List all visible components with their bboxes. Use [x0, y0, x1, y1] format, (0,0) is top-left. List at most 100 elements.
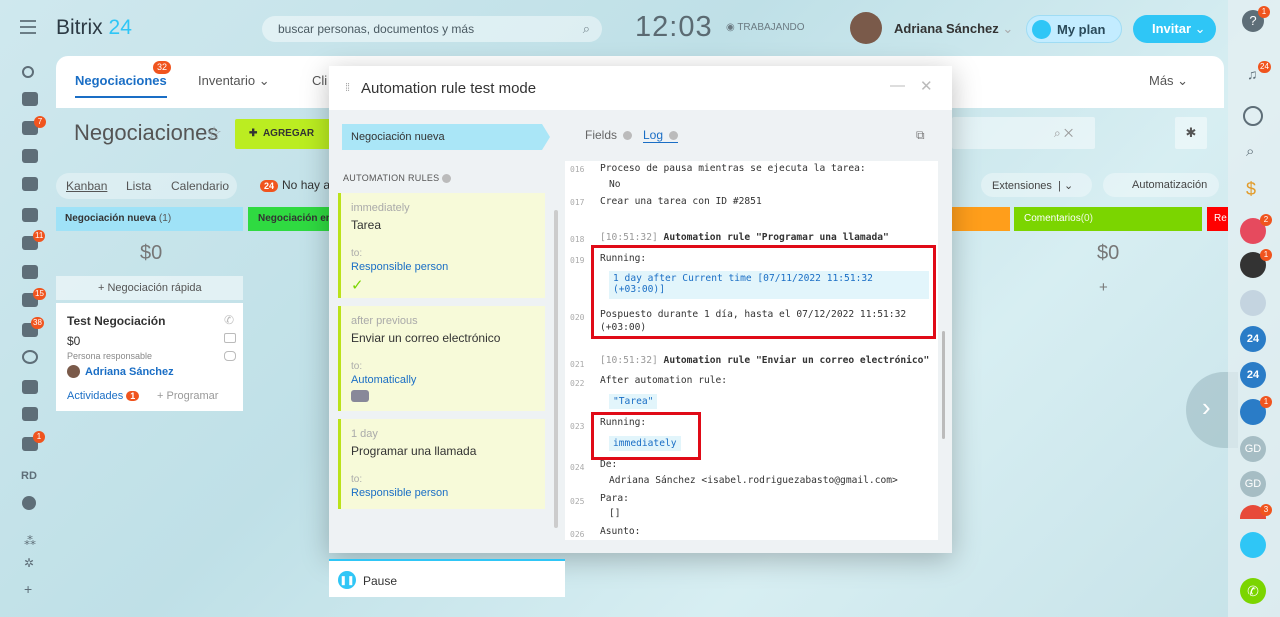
user-name[interactable]: Adriana Sánchez ⌄ — [894, 21, 1013, 37]
drag-handle-icon[interactable]: ⁞⁞ — [345, 82, 350, 94]
top-bar: Bitrix 24 buscar personas, documentos y … — [0, 0, 1228, 56]
rule-card[interactable]: after previous Enviar un correo electrón… — [338, 306, 545, 411]
line-number: 020 — [570, 313, 585, 322]
modal-title: Automation rule test mode — [361, 80, 537, 97]
more-icon[interactable] — [22, 496, 36, 510]
clock[interactable]: 12:03 — [635, 11, 713, 44]
deal-title[interactable]: Test Negociación — [67, 314, 165, 328]
invite-button[interactable]: Invitar ⌄ — [1133, 15, 1216, 43]
sidebar-item-rd[interactable]: RD — [21, 470, 37, 482]
rule-when: after previous — [351, 315, 418, 327]
rule-card[interactable]: 1 day Programar una llamada to: Responsi… — [338, 419, 545, 509]
stage-header[interactable]: Negociación en — [248, 207, 330, 231]
sitemap-icon[interactable]: ⁂ — [24, 534, 36, 548]
help-icon — [623, 131, 633, 141]
quick-deal-button[interactable]: + Negociación rápida — [56, 276, 243, 300]
phone-icon[interactable]: ✆ — [1240, 578, 1266, 604]
rule-to: to: — [351, 248, 363, 259]
automation-button[interactable]: Automatización — [1103, 173, 1219, 197]
stage-selector[interactable]: Negociación nueva — [342, 124, 550, 150]
help-icon[interactable] — [442, 174, 452, 184]
extensions-button[interactable]: Extensiones | ⌄ — [981, 173, 1092, 197]
badge: 32 — [153, 61, 172, 74]
dollar-icon[interactable]: $ — [1246, 179, 1256, 200]
tab-fields[interactable]: Fields — [585, 128, 633, 142]
external-link-icon[interactable]: ⧉ — [916, 128, 925, 143]
line-number: 026 — [570, 530, 585, 539]
tab-more[interactable]: Más ⌄ — [1149, 73, 1188, 89]
mail-icon[interactable] — [224, 333, 236, 343]
stage-header[interactable] — [952, 207, 1010, 231]
star-icon[interactable]: ☆ — [206, 123, 222, 144]
badge: 1 — [1260, 396, 1272, 408]
close-icon[interactable]: ✕ — [920, 77, 933, 95]
add-deal-button[interactable]: + — [1099, 279, 1108, 296]
pause-button[interactable]: ❚❚ Pause — [329, 559, 565, 597]
tab-inventario[interactable]: Inventario ⌄ — [198, 73, 270, 89]
program-link[interactable]: + Programar — [157, 390, 218, 402]
scrollbar[interactable] — [942, 331, 945, 439]
scrollbar[interactable] — [554, 210, 558, 528]
view-calendar[interactable]: Calendario — [171, 179, 229, 193]
stage-header[interactable]: Re — [1207, 207, 1228, 231]
rule-card[interactable]: immediately Tarea to: Responsible person… — [338, 193, 545, 298]
calendar-icon[interactable] — [22, 149, 38, 163]
add-icon[interactable]: + — [24, 581, 32, 597]
counter-info[interactable]: 24 No hay a — [260, 178, 330, 192]
tab-clientes[interactable]: Cli — [312, 73, 327, 88]
view-kanban[interactable]: Kanban — [66, 179, 107, 193]
line-number: 021 — [570, 360, 585, 369]
add-button[interactable]: ✚ AGREGAR — [235, 119, 331, 149]
messenger-icon[interactable] — [1243, 106, 1263, 126]
tab-log[interactable]: Log — [643, 128, 679, 143]
avatar[interactable] — [1240, 290, 1266, 316]
badge: 11 — [33, 230, 46, 242]
filter-search[interactable]: ⌕ ✕ — [952, 117, 1095, 149]
work-status[interactable]: ◉ TRABAJANDO — [726, 22, 805, 33]
phone-icon[interactable]: ✆ — [224, 313, 236, 327]
view-list[interactable]: Lista — [126, 179, 151, 193]
settings-icon[interactable]: ✲ — [24, 556, 34, 570]
search-icon[interactable]: ⌕ — [1246, 143, 1254, 160]
responsible-name[interactable]: Adriana Sánchez — [85, 366, 174, 378]
open-lines-icon[interactable] — [1240, 532, 1266, 558]
chat-icon[interactable] — [224, 351, 236, 361]
stage-header[interactable]: Comentarios(0) — [1014, 207, 1202, 231]
bell-icon[interactable]: ♫ — [1247, 66, 1258, 82]
logo[interactable]: Bitrix 24 — [56, 16, 132, 40]
avatar[interactable]: GD — [1240, 436, 1266, 462]
menu-icon[interactable] — [20, 20, 36, 38]
rule-target: Automatically — [351, 374, 417, 386]
tab-negociaciones[interactable]: Negociaciones — [75, 73, 167, 98]
rule-name: Enviar un correo electrónico — [351, 331, 501, 345]
groups-icon[interactable] — [22, 265, 38, 279]
contacts-icon[interactable] — [22, 407, 38, 421]
sidebar-item-icon[interactable] — [22, 92, 38, 106]
search-input[interactable]: buscar personas, documentos y más ⌕ — [262, 16, 602, 42]
marketing-icon[interactable] — [22, 350, 38, 364]
rule-name: Tarea — [351, 218, 382, 232]
document-icon[interactable] — [22, 177, 38, 191]
avatar[interactable]: 24 — [1240, 326, 1266, 352]
sidebar-item-icon[interactable] — [22, 66, 34, 78]
avatar[interactable]: GD — [1240, 471, 1266, 497]
view-switcher: Kanban Lista Calendario — [56, 173, 237, 199]
drive-icon[interactable] — [22, 208, 38, 222]
rocket-icon — [1032, 20, 1051, 39]
highlight-box — [591, 412, 701, 460]
stage-header[interactable]: Negociación nueva (1) — [56, 207, 243, 231]
gear-icon[interactable]: ✱ — [1175, 117, 1207, 149]
shop-icon[interactable] — [22, 380, 38, 394]
activities-link[interactable]: Actividades 1 — [67, 390, 140, 402]
my-plan-button[interactable]: My plan — [1026, 15, 1122, 43]
minimize-icon[interactable]: — — [890, 77, 905, 94]
log-line: [] — [609, 508, 621, 519]
avatar[interactable] — [850, 12, 882, 44]
deal-card[interactable]: Test Negociación $0 Persona responsable … — [56, 303, 243, 411]
responsible-label: Persona responsable — [67, 351, 153, 361]
rule-to: to: — [351, 474, 363, 485]
log-panel[interactable]: 016 Proceso de pausa mientras se ejecuta… — [565, 161, 938, 540]
robot-icon — [351, 390, 369, 402]
avatar[interactable]: 24 — [1240, 362, 1266, 388]
modal-header: ⁞⁞ Automation rule test mode — ✕ — [329, 66, 952, 110]
